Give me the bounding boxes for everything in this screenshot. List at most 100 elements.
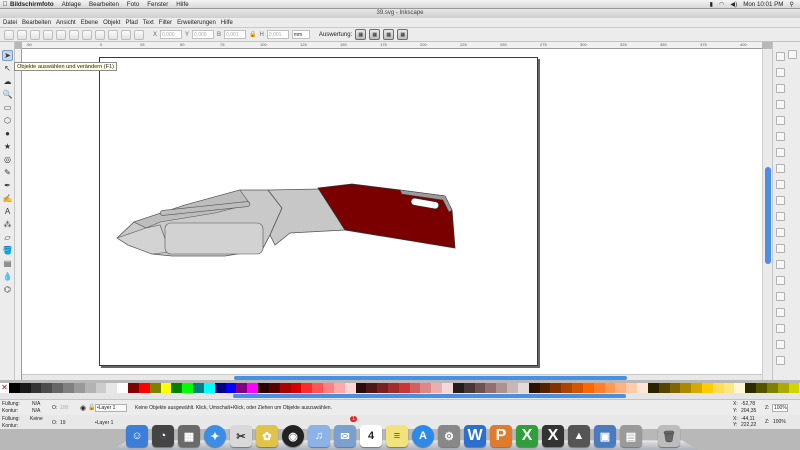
finder-window-icon[interactable]: ▤ [620, 425, 642, 447]
group-icon[interactable] [776, 308, 785, 317]
palette-swatch[interactable] [149, 383, 161, 393]
horizontal-scroll-thumb[interactable] [234, 376, 627, 380]
palette-swatch[interactable] [182, 383, 194, 393]
new-doc-icon[interactable] [776, 52, 785, 61]
opacity-field[interactable]: 100 [60, 405, 68, 411]
palette-swatch[interactable] [225, 383, 237, 393]
vertical-scrollbar[interactable] [762, 49, 772, 380]
paste-icon[interactable] [776, 212, 785, 221]
layer-select-2[interactable]: •Layer 1 [95, 420, 113, 426]
preview-icon[interactable]: ✿ [256, 425, 278, 447]
duplicate-icon[interactable] [776, 276, 785, 285]
dashboard-icon[interactable]: ◔ [152, 425, 174, 447]
palette-swatch[interactable] [95, 383, 107, 393]
safari-icon[interactable]: ✦ [204, 425, 226, 447]
print-icon[interactable] [776, 100, 785, 109]
zoom-field[interactable]: 100% [772, 404, 788, 412]
palette-swatch[interactable] [517, 383, 529, 393]
palette-swatch[interactable] [355, 383, 367, 393]
palette-swatch[interactable] [442, 383, 453, 393]
fill-value-2[interactable]: Keine [30, 416, 43, 422]
camera-icon[interactable]: ◉ [282, 425, 304, 447]
zoom-selection-icon[interactable] [776, 228, 785, 237]
palette-swatch[interactable] [333, 383, 345, 393]
palette-swatch[interactable] [463, 383, 475, 393]
ungroup-icon[interactable] [776, 324, 785, 333]
palette-swatch[interactable] [539, 383, 551, 393]
inkscape-icon[interactable]: ▲ [568, 425, 590, 447]
x11-icon[interactable]: X [542, 425, 564, 447]
palette-swatch[interactable] [702, 383, 713, 393]
photo-icon[interactable]: ✂ [230, 425, 252, 447]
no-color-swatch[interactable]: ✕ [0, 383, 9, 393]
palette-swatch[interactable] [258, 383, 269, 393]
snap-toggle-icon[interactable] [788, 50, 797, 59]
open-icon[interactable] [776, 68, 785, 77]
redo-icon[interactable] [776, 164, 785, 173]
palette-swatch[interactable] [236, 383, 248, 393]
trash-icon[interactable]: 🗑 [658, 425, 680, 447]
palette-swatch[interactable] [30, 383, 42, 393]
palette-swatch[interactable] [658, 383, 670, 393]
save-icon[interactable] [776, 84, 785, 93]
palette-swatch[interactable] [777, 383, 789, 393]
palette-swatch[interactable] [377, 383, 388, 393]
palette-swatch[interactable] [485, 383, 497, 393]
palette-swatch[interactable] [323, 383, 334, 393]
palette-swatch[interactable] [387, 383, 399, 393]
itunes-icon[interactable]: ♫ [308, 425, 330, 447]
palette-swatch[interactable] [171, 383, 183, 393]
palette-swatch[interactable] [431, 383, 443, 393]
palette-swatch[interactable] [160, 383, 172, 393]
palette-swatch[interactable] [680, 383, 692, 393]
palette-swatch[interactable] [572, 383, 583, 393]
zoom-drawing-icon[interactable] [776, 244, 785, 253]
zoom-page-icon[interactable] [776, 260, 785, 269]
palette-swatch[interactable] [615, 383, 627, 393]
palette-swatch[interactable] [528, 383, 540, 393]
zoom-field-2[interactable]: 100% [773, 419, 786, 425]
powerpoint-icon[interactable]: P [490, 425, 512, 447]
export-icon[interactable] [776, 132, 785, 141]
palette-swatch[interactable] [723, 383, 735, 393]
palette-swatch[interactable] [290, 383, 302, 393]
palette-swatch[interactable] [409, 383, 421, 393]
system-preferences-icon[interactable]: ⚙ [438, 425, 460, 447]
palette-swatch[interactable] [452, 383, 464, 393]
palette-swatch[interactable] [593, 383, 605, 393]
palette-swatch[interactable] [214, 383, 226, 393]
palette-swatch[interactable] [268, 383, 280, 393]
palette-swatch[interactable] [582, 383, 594, 393]
palette-swatch[interactable] [734, 383, 746, 393]
palette-swatch[interactable] [626, 383, 638, 393]
palette-swatch[interactable] [312, 383, 324, 393]
calendar-icon[interactable]: 4 [360, 425, 382, 447]
palette-swatch[interactable] [496, 383, 508, 393]
copy-icon[interactable] [776, 180, 785, 189]
undo-icon[interactable] [776, 148, 785, 157]
palette-swatch[interactable] [52, 383, 64, 393]
palette-scroll-thumb[interactable] [233, 394, 626, 398]
layer-visibility-icon[interactable]: ◉ [80, 404, 86, 412]
palette-swatch[interactable] [561, 383, 573, 393]
import-icon[interactable] [776, 116, 785, 125]
palette-swatch[interactable] [84, 383, 96, 393]
palette-swatch[interactable] [63, 383, 74, 393]
palette-swatch[interactable] [712, 383, 724, 393]
palette-swatch[interactable] [474, 383, 486, 393]
horizontal-scrollbar[interactable] [22, 374, 762, 380]
keynote-icon[interactable]: ▣ [594, 425, 616, 447]
palette-swatch[interactable] [106, 383, 118, 393]
palette-swatch[interactable] [788, 383, 800, 393]
palette-swatch[interactable] [19, 383, 31, 393]
palette-swatch[interactable] [669, 383, 681, 393]
palette-swatch[interactable] [193, 383, 204, 393]
opacity-field-2[interactable]: 19 [60, 420, 66, 426]
palette-swatch[interactable] [420, 383, 432, 393]
palette-swatch[interactable] [117, 383, 129, 393]
palette-swatch[interactable] [756, 383, 767, 393]
fill-stroke-icon[interactable] [776, 340, 785, 349]
palette-swatch[interactable] [203, 383, 215, 393]
palette-swatch[interactable] [398, 383, 410, 393]
palette-swatch[interactable] [550, 383, 562, 393]
